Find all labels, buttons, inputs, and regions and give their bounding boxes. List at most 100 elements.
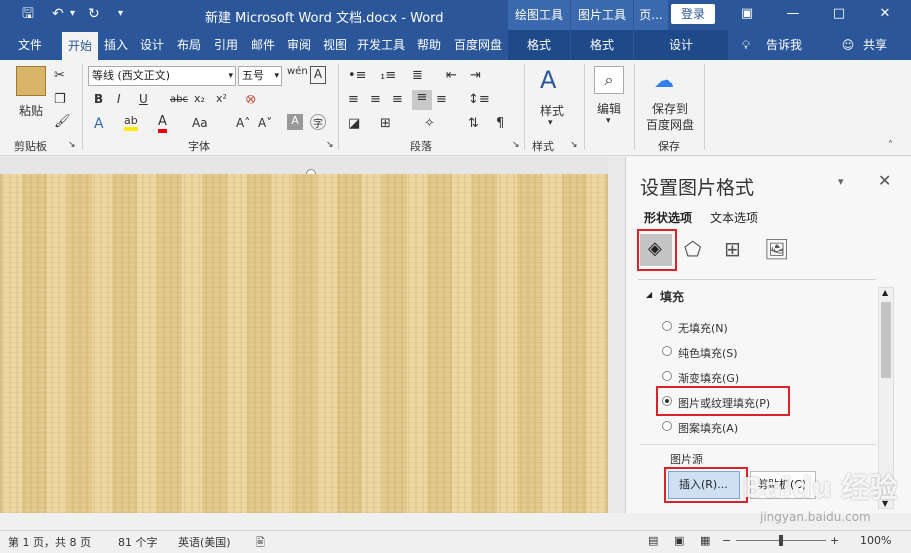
numbering-icon[interactable]: ₁≡ [380, 68, 396, 83]
highlight-icon[interactable]: ab [124, 114, 138, 131]
styles-icon[interactable]: A [540, 66, 556, 94]
styles-button[interactable]: 样式 [540, 102, 564, 119]
tab-baidu[interactable]: 百度网盘 [450, 30, 506, 60]
fill-section-header[interactable]: 填充 [660, 288, 684, 305]
pane-close-icon[interactable]: ✕ [878, 171, 891, 190]
radio-no-fill[interactable] [662, 321, 672, 331]
baidu-cloud-icon[interactable]: ☁ [654, 68, 674, 92]
decrease-indent-icon[interactable]: ⇤ [446, 68, 457, 83]
zoom-out-icon[interactable]: − [722, 534, 731, 547]
change-case-icon[interactable]: Aa [192, 116, 208, 130]
radio-pattern-fill[interactable] [662, 421, 672, 431]
tab-developer[interactable]: 开发工具 [355, 30, 407, 60]
paste-button[interactable]: 粘贴 [14, 102, 48, 119]
customize-qat-icon[interactable]: ▾ [118, 5, 123, 23]
tab-design-page[interactable]: 设计 [634, 30, 728, 60]
effects-pentagon-icon[interactable]: ⬠ [684, 237, 701, 261]
zoom-level[interactable]: 100% [860, 534, 891, 547]
enclose-characters-icon[interactable]: 字 [310, 114, 326, 130]
increase-indent-icon[interactable]: ⇥ [470, 68, 481, 83]
superscript-icon[interactable]: x² [216, 92, 227, 105]
option-no-fill[interactable]: 无填充(N) [662, 320, 728, 336]
share-button[interactable]: 共享 [858, 30, 892, 60]
word-count[interactable]: 81 个字 [118, 534, 158, 550]
layout-size-icon[interactable]: ⊞ [724, 237, 741, 261]
justify-icon[interactable]: ≡ [412, 90, 432, 110]
zoom-slider-thumb[interactable] [779, 535, 783, 546]
bullets-icon[interactable]: •≡ [348, 68, 367, 83]
option-solid-fill[interactable]: 纯色填充(S) [662, 345, 738, 361]
picture-icon[interactable]: 🖼︎ [764, 237, 789, 261]
option-pattern-fill[interactable]: 图案填充(A) [662, 420, 738, 436]
radio-solid-fill[interactable] [662, 346, 672, 356]
close-icon[interactable]: ✕ [868, 3, 902, 25]
tab-text-options[interactable]: 文本选项 [710, 209, 758, 226]
asian-layout-icon[interactable]: ✧ [424, 116, 435, 131]
italic-icon[interactable]: I [117, 92, 121, 106]
texture-background-image[interactable] [2, 174, 606, 513]
scroll-up-icon[interactable]: ▲ [882, 288, 888, 297]
tab-mailings[interactable]: 邮件 [247, 30, 279, 60]
shrink-font-icon[interactable]: A˅ [258, 116, 272, 130]
clear-formatting-icon[interactable]: ⭙ [246, 92, 256, 107]
underline-icon[interactable]: U [139, 92, 148, 106]
font-size-combo[interactable]: 五号 ▾ [238, 66, 282, 86]
tell-me-search[interactable]: 告诉我 [762, 30, 806, 60]
page-count[interactable]: 第 1 页，共 8 页 [8, 534, 91, 550]
tab-shape-options[interactable]: 形状选项 [644, 209, 692, 226]
redo-icon[interactable]: ↻ [88, 5, 100, 23]
clipboard-launcher-icon[interactable]: ↘ [68, 140, 76, 150]
proofing-icon[interactable]: 🖹︎ [256, 534, 265, 553]
tab-help[interactable]: 帮助 [412, 30, 446, 60]
font-name-combo[interactable]: 等线 (西文正文) ▾ [88, 66, 236, 86]
read-mode-icon[interactable]: ▤ [648, 534, 658, 547]
zoom-in-icon[interactable]: + [830, 534, 839, 547]
undo-dropdown-icon[interactable]: ▾ [70, 5, 75, 23]
font-launcher-icon[interactable]: ↘ [326, 140, 334, 150]
pane-options-icon[interactable]: ▾ [838, 175, 844, 188]
tab-view[interactable]: 视图 [319, 30, 351, 60]
cut-icon[interactable]: ✂ [54, 68, 65, 83]
tab-insert[interactable]: 插入 [100, 30, 132, 60]
format-painter-icon[interactable]: 🖌︎ [54, 114, 71, 129]
language[interactable]: 英语(美国) [178, 534, 231, 550]
shading-icon[interactable]: ◪ [348, 116, 360, 131]
save-icon[interactable]: 🖫 [22, 5, 34, 23]
character-shading-icon[interactable]: A [287, 114, 303, 130]
paste-icon[interactable] [16, 66, 46, 96]
line-spacing-icon[interactable]: ↕≡ [468, 92, 490, 107]
save-baidu-line1[interactable]: 保存到 [644, 100, 696, 117]
search-icon[interactable]: ⌕ [594, 66, 624, 94]
print-layout-icon[interactable]: ▣ [674, 534, 684, 547]
ribbon-display-icon[interactable]: ▣ [730, 3, 764, 25]
save-baidu-line2[interactable]: 百度网盘 [644, 116, 696, 133]
scroll-thumb[interactable] [881, 302, 891, 378]
tab-design[interactable]: 设计 [136, 30, 168, 60]
tab-home[interactable]: 开始 [62, 32, 98, 60]
minimize-icon[interactable]: — [776, 3, 810, 25]
tab-layout[interactable]: 布局 [173, 30, 205, 60]
radio-gradient-fill[interactable] [662, 371, 672, 381]
grow-font-icon[interactable]: A˄ [236, 116, 250, 130]
option-gradient-fill[interactable]: 渐变填充(G) [662, 370, 739, 386]
show-marks-icon[interactable]: ¶ [496, 116, 504, 131]
multilevel-list-icon[interactable]: ≣ [412, 68, 423, 83]
tab-file[interactable]: 文件 [10, 30, 50, 60]
collapse-triangle-icon[interactable]: ◢ [646, 290, 652, 299]
editing-button[interactable]: 编辑 [597, 100, 621, 117]
subscript-icon[interactable]: x₂ [194, 92, 205, 105]
borders-icon[interactable]: ⊞ [380, 116, 391, 131]
undo-icon[interactable]: ↶ [52, 5, 64, 23]
sort-icon[interactable]: ⇅ [468, 116, 479, 131]
tab-references[interactable]: 引用 [210, 30, 242, 60]
collapse-ribbon-icon[interactable]: ˄ [888, 140, 893, 151]
align-center-icon[interactable]: ≡ [370, 92, 381, 107]
align-right-icon[interactable]: ≡ [392, 92, 403, 107]
strikethrough-icon[interactable]: abc [170, 94, 188, 105]
font-color-icon[interactable]: A [158, 114, 167, 133]
maximize-icon[interactable]: □ [822, 3, 856, 25]
bold-icon[interactable]: B [94, 92, 103, 106]
login-button[interactable]: 登录 [671, 4, 715, 24]
document-scrollbar[interactable] [608, 157, 625, 513]
text-effects-icon[interactable]: A [94, 116, 104, 132]
